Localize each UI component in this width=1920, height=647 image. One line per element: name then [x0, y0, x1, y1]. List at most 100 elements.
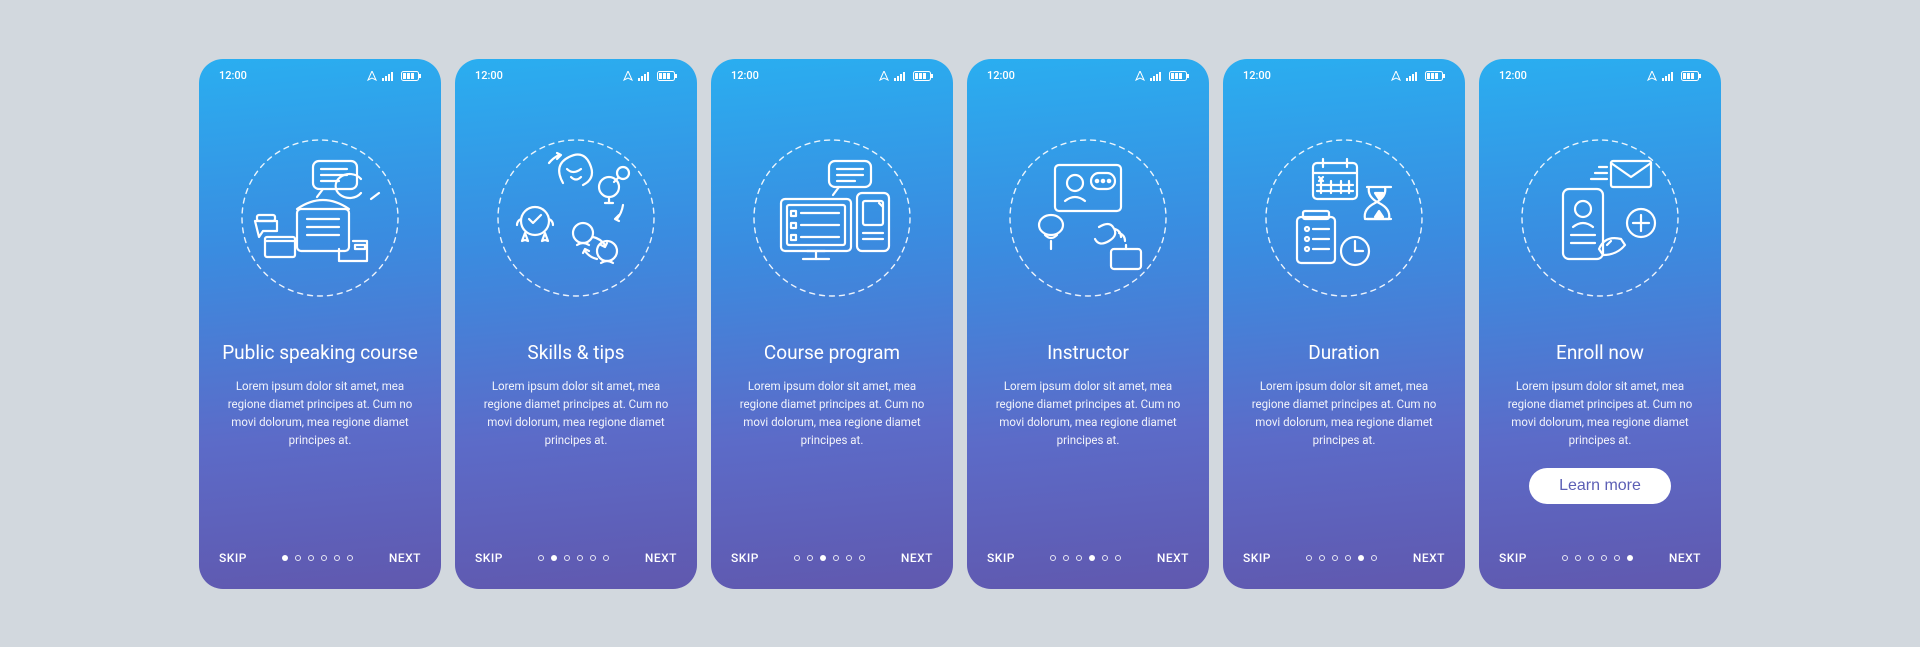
page-dot[interactable]	[1371, 555, 1377, 561]
page-indicator	[282, 555, 353, 561]
status-bar: 12:00	[1499, 59, 1701, 93]
page-dot[interactable]	[807, 555, 813, 561]
page-indicator	[1050, 555, 1121, 561]
onboarding-screen: 12:00 Enroll now Lorem ipsum dolor sit a…	[1479, 59, 1721, 589]
screen-description: Lorem ipsum dolor sit amet, mea regione …	[475, 378, 677, 449]
status-bar: 12:00	[731, 59, 933, 93]
next-button[interactable]: NEXT	[1157, 551, 1189, 565]
page-dot[interactable]	[538, 555, 544, 561]
signal-icon	[1150, 71, 1164, 81]
onboarding-footer: SKIP NEXT	[475, 531, 677, 589]
battery-icon	[657, 71, 677, 81]
page-dot[interactable]	[1332, 555, 1338, 561]
onboarding-screen: 12:00 Instructor Lorem ipsum dolor sit a…	[967, 59, 1209, 589]
page-dot[interactable]	[1614, 555, 1620, 561]
status-time: 12:00	[1243, 69, 1271, 82]
page-dot[interactable]	[1089, 555, 1095, 561]
page-indicator	[794, 555, 865, 561]
enroll-now-icon	[1499, 103, 1701, 333]
onboarding-footer: SKIP NEXT	[731, 531, 933, 589]
learn-more-button[interactable]: Learn more	[1529, 468, 1671, 504]
page-dot[interactable]	[820, 555, 826, 561]
page-dot[interactable]	[334, 555, 340, 561]
instructor-icon	[987, 103, 1189, 333]
signal-icon	[382, 71, 396, 81]
page-dot[interactable]	[1063, 555, 1069, 561]
onboarding-screen: 12:00 Course program Lorem ipsum dolor s…	[711, 59, 953, 589]
page-dot[interactable]	[1306, 555, 1312, 561]
page-dot[interactable]	[794, 555, 800, 561]
signal-icon	[638, 71, 652, 81]
status-bar: 12:00	[475, 59, 677, 93]
page-dot[interactable]	[1588, 555, 1594, 561]
status-icons	[1135, 71, 1189, 81]
status-time: 12:00	[475, 69, 503, 82]
page-dot[interactable]	[1050, 555, 1056, 561]
onboarding-footer: SKIP NEXT	[1499, 531, 1701, 589]
onboarding-footer: SKIP NEXT	[987, 531, 1189, 589]
location-icon	[367, 71, 377, 81]
onboarding-footer: SKIP NEXT	[1243, 531, 1445, 589]
location-icon	[879, 71, 889, 81]
page-dot[interactable]	[833, 555, 839, 561]
status-icons	[1391, 71, 1445, 81]
signal-icon	[1662, 71, 1676, 81]
onboarding-footer: SKIP NEXT	[219, 531, 421, 589]
screen-title: Duration	[1243, 341, 1445, 365]
skip-button[interactable]: SKIP	[475, 551, 503, 565]
next-button[interactable]: NEXT	[389, 551, 421, 565]
status-icons	[623, 71, 677, 81]
page-dot[interactable]	[1345, 555, 1351, 561]
skip-button[interactable]: SKIP	[1499, 551, 1527, 565]
screen-description: Lorem ipsum dolor sit amet, mea regione …	[731, 378, 933, 449]
location-icon	[1391, 71, 1401, 81]
page-dot[interactable]	[1115, 555, 1121, 561]
page-dot[interactable]	[1076, 555, 1082, 561]
skip-button[interactable]: SKIP	[987, 551, 1015, 565]
page-dot[interactable]	[1575, 555, 1581, 561]
page-dot[interactable]	[282, 555, 288, 561]
battery-icon	[1169, 71, 1189, 81]
page-dot[interactable]	[846, 555, 852, 561]
page-indicator	[538, 555, 609, 561]
page-indicator	[1306, 555, 1377, 561]
page-dot[interactable]	[577, 555, 583, 561]
page-dot[interactable]	[1358, 555, 1364, 561]
page-dot[interactable]	[1601, 555, 1607, 561]
page-dot[interactable]	[308, 555, 314, 561]
page-dot[interactable]	[347, 555, 353, 561]
status-time: 12:00	[1499, 69, 1527, 82]
location-icon	[1135, 71, 1145, 81]
page-dot[interactable]	[564, 555, 570, 561]
page-dot[interactable]	[1562, 555, 1568, 561]
skip-button[interactable]: SKIP	[1243, 551, 1271, 565]
screen-title: Skills & tips	[475, 341, 677, 365]
next-button[interactable]: NEXT	[1669, 551, 1701, 565]
battery-icon	[401, 71, 421, 81]
page-dot[interactable]	[551, 555, 557, 561]
next-button[interactable]: NEXT	[1413, 551, 1445, 565]
status-time: 12:00	[731, 69, 759, 82]
status-bar: 12:00	[219, 59, 421, 93]
screen-title: Instructor	[987, 341, 1189, 365]
battery-icon	[1425, 71, 1445, 81]
next-button[interactable]: NEXT	[901, 551, 933, 565]
page-dot[interactable]	[590, 555, 596, 561]
next-button[interactable]: NEXT	[645, 551, 677, 565]
screen-title: Enroll now	[1499, 341, 1701, 365]
skip-button[interactable]: SKIP	[219, 551, 247, 565]
page-dot[interactable]	[321, 555, 327, 561]
page-dot[interactable]	[1627, 555, 1633, 561]
skip-button[interactable]: SKIP	[731, 551, 759, 565]
public-speaking-icon	[219, 103, 421, 333]
screen-title: Public speaking course	[219, 341, 421, 365]
status-bar: 12:00	[987, 59, 1189, 93]
page-dot[interactable]	[859, 555, 865, 561]
page-dot[interactable]	[603, 555, 609, 561]
page-dot[interactable]	[295, 555, 301, 561]
page-dot[interactable]	[1319, 555, 1325, 561]
skills-tips-icon	[475, 103, 677, 333]
screen-description: Lorem ipsum dolor sit amet, mea regione …	[219, 378, 421, 449]
page-dot[interactable]	[1102, 555, 1108, 561]
status-time: 12:00	[219, 69, 247, 82]
